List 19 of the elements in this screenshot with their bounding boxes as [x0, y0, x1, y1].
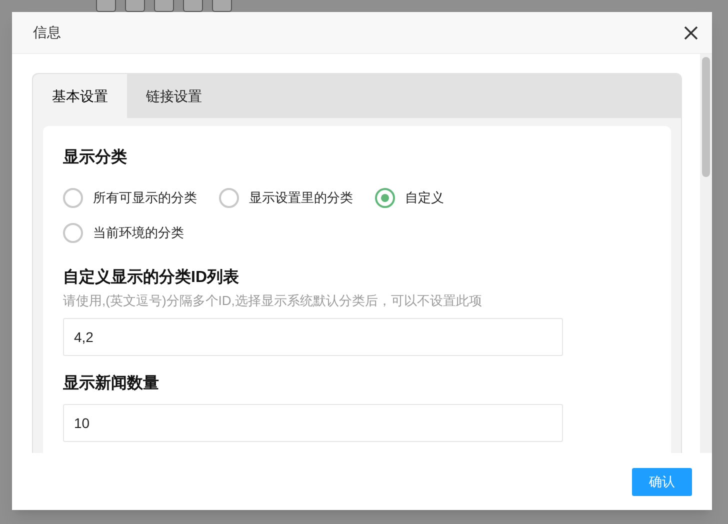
- radio-option[interactable]: 显示设置里的分类: [219, 180, 353, 215]
- input-field[interactable]: 4,2: [63, 318, 563, 356]
- radio-option[interactable]: 当前环境的分类: [63, 215, 184, 250]
- tab[interactable]: 基本设置: [33, 74, 127, 118]
- scrollbar[interactable]: [700, 54, 712, 453]
- radio-option[interactable]: 自定义: [375, 180, 444, 215]
- section-heading: 自定义显示的分类ID列表: [63, 267, 240, 288]
- radio-button[interactable]: [219, 188, 239, 208]
- input-field[interactable]: 10: [63, 404, 563, 442]
- dialog-title: 信息: [33, 23, 61, 42]
- radio-option[interactable]: 所有可显示的分类: [63, 180, 197, 215]
- tab[interactable]: 链接设置: [127, 74, 221, 118]
- hint-text: 请使用,(英文逗号)分隔多个ID,选择显示系统默认分类后，可以不设置此项: [63, 292, 483, 310]
- radio-button[interactable]: [63, 188, 83, 208]
- radio-button[interactable]: [63, 222, 83, 242]
- section-heading: 显示分类: [63, 148, 128, 168]
- close-icon[interactable]: [684, 26, 698, 40]
- section-heading: 显示新闻数量: [63, 373, 160, 394]
- radio-button[interactable]: [375, 188, 395, 208]
